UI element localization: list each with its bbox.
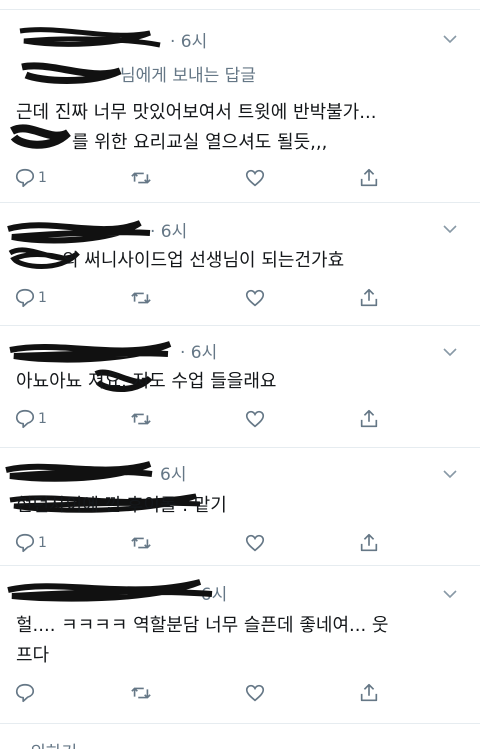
like-icon — [245, 684, 265, 702]
like-icon — [245, 169, 265, 187]
tweet[interactable]: · 6시 헐.... ㅋㅋㅋㅋ 역할분담 너무 슬픈데 좋네여... 웃 프다 — [0, 566, 480, 724]
timestamp[interactable]: · 6시 — [180, 338, 217, 363]
tweet-actions: 1 — [14, 285, 394, 311]
reply-icon — [15, 409, 35, 429]
tweet-text-line: 헐.... ㅋㅋㅋㅋ 역할분담 너무 슬픈데 좋네여... 웃 — [16, 615, 389, 636]
reply-icon — [15, 683, 35, 703]
tweet-text-line: 근데 진짜 너무 맛있어보여서 트윗에 반박불가... — [16, 102, 377, 123]
reply-count: 1 — [38, 535, 47, 551]
tweet-text-line: 아뇨아뇨 저요. 저도 수업 들을래요 — [16, 371, 277, 392]
reply-button[interactable]: 1 — [14, 530, 47, 556]
share-icon — [360, 409, 378, 428]
tweet[interactable]: · 6시 님에게 보내는 답글 근데 진짜 너무 맛있어보여서 트윗에 반박불가… — [0, 11, 480, 203]
like-button[interactable] — [244, 165, 266, 191]
share-button[interactable] — [358, 285, 380, 311]
retweet-button[interactable] — [130, 285, 152, 311]
footer-cutoff-text[interactable]: ...의하기 — [14, 738, 77, 749]
retweet-icon — [131, 172, 151, 184]
timestamp[interactable]: · 6시 — [190, 580, 227, 605]
retweet-icon — [131, 413, 151, 425]
retweet-icon — [131, 687, 151, 699]
retweet-icon — [131, 537, 151, 549]
retweet-button[interactable] — [130, 165, 152, 191]
like-button[interactable] — [244, 285, 266, 311]
chevron-down-icon[interactable] — [442, 344, 458, 360]
tweet-actions: 1 — [14, 530, 394, 556]
reply-button[interactable]: 1 — [14, 165, 47, 191]
timestamp[interactable]: 6시 — [160, 460, 186, 485]
tweet-header: · 6시 — [14, 217, 187, 242]
reply-button[interactable]: 1 — [14, 285, 47, 311]
reply-count: 1 — [38, 170, 47, 186]
reply-icon — [15, 533, 35, 553]
share-button[interactable] — [358, 530, 380, 556]
chevron-down-icon[interactable] — [442, 466, 458, 482]
like-icon — [245, 410, 265, 428]
like-button[interactable] — [244, 680, 266, 706]
tweet-header: · 6시 — [14, 338, 217, 363]
timestamp[interactable]: · 6시 — [150, 217, 187, 242]
share-icon — [360, 288, 378, 307]
reply-count: 1 — [38, 411, 47, 427]
timestamp[interactable]: · 6시 — [170, 27, 207, 52]
tweet-actions — [14, 680, 394, 706]
tweet-text-line: 를 위한 요리교실 열으셔도 될듯,,, — [72, 132, 328, 153]
like-icon — [245, 289, 265, 307]
tweet[interactable]: · 6시 의 써니사이드업 선생님이 되는건가효 1 — [0, 203, 480, 326]
retweet-button[interactable] — [130, 406, 152, 432]
share-icon — [360, 533, 378, 552]
tweet[interactable]: 6시 현던사이에 낀 후이롤 . 맡기 1 — [0, 448, 480, 566]
chevron-down-icon[interactable] — [442, 31, 458, 47]
tweet-text-line: 프다 — [16, 645, 50, 666]
reply-icon — [15, 288, 35, 308]
chevron-down-icon[interactable] — [442, 586, 458, 602]
tweet-header: · 6시 — [14, 27, 207, 52]
share-icon — [360, 683, 378, 702]
like-button[interactable] — [244, 530, 266, 556]
share-button[interactable] — [358, 406, 380, 432]
reply-button[interactable] — [14, 680, 38, 706]
share-icon — [360, 168, 378, 187]
reply-count: 1 — [38, 290, 47, 306]
tweet-header: 6시 — [14, 460, 186, 485]
reply-button[interactable]: 1 — [14, 406, 47, 432]
chevron-down-icon[interactable] — [442, 221, 458, 237]
like-button[interactable] — [244, 406, 266, 432]
share-button[interactable] — [358, 680, 380, 706]
tweet-text-line: 의 써니사이드업 선생님이 되는건가효 — [62, 250, 345, 271]
replying-to: 님에게 보내는 답글 — [120, 66, 256, 86]
top-divider — [0, 0, 480, 10]
retweet-icon — [131, 292, 151, 304]
tweet[interactable]: · 6시 아뇨아뇨 저요. 저도 수업 들을래요 1 — [0, 326, 480, 448]
reply-icon — [15, 168, 35, 188]
retweet-button[interactable] — [130, 530, 152, 556]
retweet-button[interactable] — [130, 680, 152, 706]
tweet-actions: 1 — [14, 406, 394, 432]
like-icon — [245, 534, 265, 552]
tweet-text-line: 현던사이에 낀 후이롤 . 맡기 — [16, 495, 227, 516]
tweet-actions: 1 — [14, 165, 394, 191]
tweet-header: · 6시 — [14, 580, 227, 605]
share-button[interactable] — [358, 165, 380, 191]
